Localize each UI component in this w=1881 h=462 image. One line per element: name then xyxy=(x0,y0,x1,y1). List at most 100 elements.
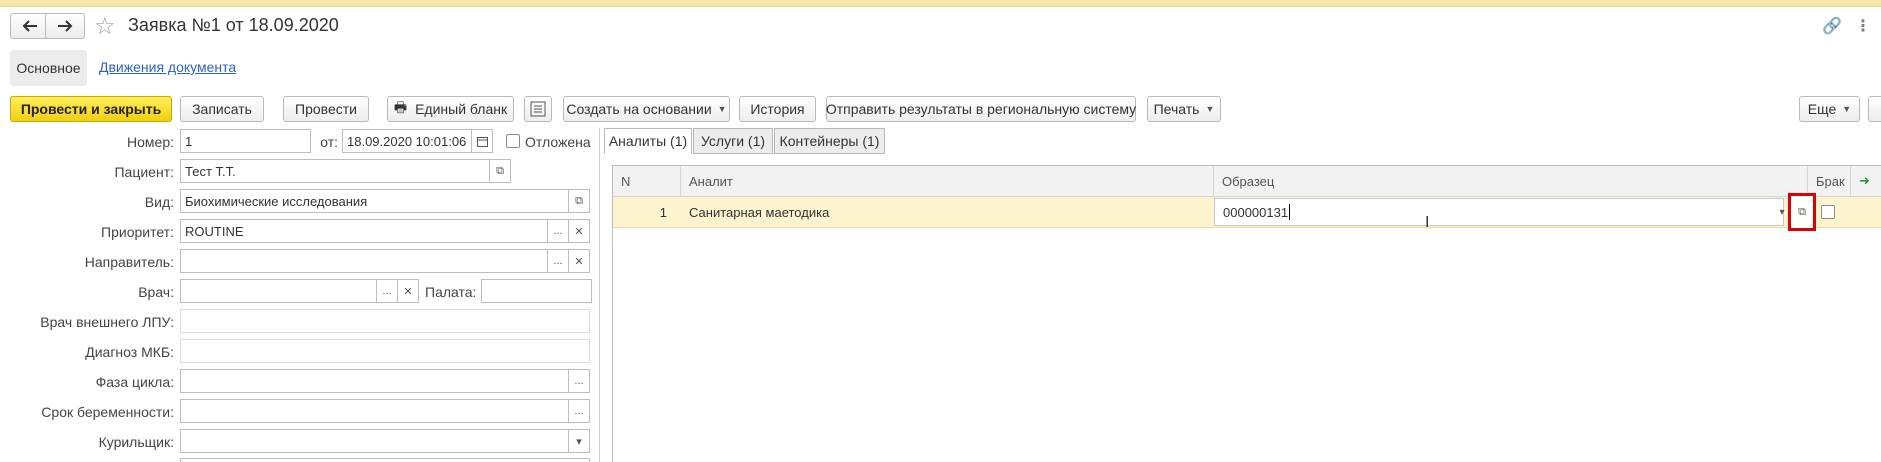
ext-doctor-label: Врач внешнего ЛПУ: xyxy=(40,314,174,330)
analytes-table: N Аналит Образец Брак ➜ 1 Санитарная мае… xyxy=(612,165,1881,462)
ellipsis-icon: ... xyxy=(382,285,392,297)
arrow-right-green-icon[interactable]: ➜ xyxy=(1851,166,1881,196)
referrer-clear-button[interactable]: ✕ xyxy=(568,249,590,273)
create-based-on-label: Создать на основании xyxy=(566,101,712,117)
back-button[interactable] xyxy=(10,13,50,39)
ellipsis-icon: ... xyxy=(553,225,563,237)
from-label: от: xyxy=(320,134,338,150)
ellipsis-icon: ... xyxy=(574,405,584,417)
doctor-clear-button[interactable]: ✕ xyxy=(397,279,419,303)
top-stripe xyxy=(0,0,1881,7)
clear-icon: ✕ xyxy=(574,255,584,268)
page-title: Заявка №1 от 18.09.2020 xyxy=(128,15,339,35)
kind-input[interactable]: Биохимические исследования xyxy=(180,189,569,213)
cycle-label: Фаза цикла: xyxy=(95,374,174,390)
print-button[interactable]: Печать ▼ xyxy=(1147,96,1221,122)
header-sample[interactable]: Образец xyxy=(1214,166,1808,196)
smoker-dropdown-button[interactable]: ▾ xyxy=(568,429,590,453)
more-label: Еще xyxy=(1807,101,1837,117)
send-results-button[interactable]: Отправить результаты в региональную сист… xyxy=(826,96,1136,122)
tab-containers[interactable]: Контейнеры (1) xyxy=(774,128,885,154)
calendar-icon xyxy=(476,136,488,147)
save-button[interactable]: Записать xyxy=(180,96,264,122)
doctor-label: Врач: xyxy=(138,284,174,300)
open-icon: ⧉ xyxy=(1798,205,1806,218)
panel-splitter[interactable] xyxy=(599,128,600,462)
defect-checkbox[interactable] xyxy=(1821,205,1835,219)
link-icon[interactable]: 🔗 xyxy=(1822,16,1842,36)
chevron-down-icon: ▾ xyxy=(576,435,582,448)
ward-input[interactable] xyxy=(481,279,592,303)
history-button[interactable]: История xyxy=(739,96,816,122)
diagnosis-input[interactable] xyxy=(180,339,590,363)
number-input[interactable]: 1 xyxy=(180,129,311,153)
text-cursor xyxy=(1289,204,1291,220)
structure-icon xyxy=(530,101,546,117)
sample-open-button[interactable]: ⧉ xyxy=(1788,193,1816,231)
referrer-select-button[interactable]: ... xyxy=(547,249,569,273)
sample-input[interactable]: 000000131 xyxy=(1214,198,1784,226)
priority-clear-button[interactable]: ✕ xyxy=(568,219,590,243)
kind-open-button[interactable]: ⧉ xyxy=(568,189,590,213)
pregnancy-select-button[interactable]: ... xyxy=(568,399,590,423)
header-analyte[interactable]: Аналит xyxy=(681,166,1214,196)
favorite-star-icon[interactable]: ☆ xyxy=(94,12,116,41)
cycle-select-button[interactable]: ... xyxy=(568,369,590,393)
pregnancy-label: Срок беременности: xyxy=(41,404,174,420)
table-row[interactable]: 1 Санитарная маетодика 000000131 ▾ ⧉ xyxy=(613,193,1881,231)
clear-icon: ✕ xyxy=(574,225,584,238)
arrow-right-icon xyxy=(58,20,73,32)
tab-services[interactable]: Услуги (1) xyxy=(693,128,773,154)
more-vertical-icon[interactable]: ⋮ xyxy=(1855,16,1871,36)
smoker-input[interactable] xyxy=(180,429,569,453)
ext-doctor-input[interactable] xyxy=(180,309,590,333)
postponed-label: Отложена xyxy=(525,134,591,150)
single-form-button[interactable]: 🖶 Единый бланк xyxy=(387,96,514,122)
tab-main[interactable]: Основное xyxy=(10,50,87,86)
doctor-input[interactable] xyxy=(180,279,379,303)
arrow-left-icon xyxy=(22,20,37,32)
more-button[interactable]: Еще ▼ xyxy=(1799,96,1860,122)
ellipsis-icon: ... xyxy=(553,255,563,267)
tab-movements[interactable]: Движения документа xyxy=(99,59,236,75)
patient-open-button[interactable]: ⧉ xyxy=(489,159,511,183)
table-header: N Аналит Образец Брак ➜ xyxy=(613,166,1881,197)
patient-label: Пациент: xyxy=(114,164,174,180)
dropdown-caret-icon: ▼ xyxy=(1205,104,1215,114)
postponed-checkbox[interactable] xyxy=(506,134,520,148)
open-icon: ⧉ xyxy=(496,164,504,177)
post-and-close-button[interactable]: Провести и закрыть xyxy=(10,96,172,122)
next-field-input[interactable] xyxy=(180,458,590,462)
header-defect[interactable]: Брак xyxy=(1808,166,1851,196)
post-button[interactable]: Провести xyxy=(283,96,369,122)
dropdown-caret-icon: ▼ xyxy=(1842,104,1852,114)
create-based-on-button[interactable]: Создать на основании ▼ xyxy=(563,96,730,122)
cell-n: 1 xyxy=(659,204,667,220)
doctor-select-button[interactable]: ... xyxy=(376,279,398,303)
kind-label: Вид: xyxy=(144,194,174,210)
referrer-input[interactable] xyxy=(180,249,548,273)
ward-label: Палата: xyxy=(425,284,477,300)
priority-select-button[interactable]: ... xyxy=(547,219,569,243)
pregnancy-input[interactable] xyxy=(180,399,569,423)
priority-input[interactable]: ROUTINE xyxy=(180,219,548,243)
structure-button[interactable] xyxy=(524,96,552,122)
help-button[interactable] xyxy=(1868,96,1881,122)
cycle-input[interactable] xyxy=(180,369,569,393)
ellipsis-icon: ... xyxy=(574,375,584,387)
patient-input[interactable]: Тест Т.Т. xyxy=(180,159,490,183)
print-label: Печать xyxy=(1153,101,1200,117)
tab-analytes[interactable]: Аналиты (1) xyxy=(604,128,692,154)
calendar-button[interactable] xyxy=(471,129,493,153)
sample-value: 000000131 xyxy=(1223,204,1289,220)
open-icon: ⧉ xyxy=(575,194,583,207)
priority-label: Приоритет: xyxy=(101,224,174,240)
dropdown-caret-icon: ▼ xyxy=(717,104,727,114)
number-label: Номер: xyxy=(127,134,174,150)
date-input[interactable]: 18.09.2020 10:01:06 xyxy=(342,129,472,153)
forward-button[interactable] xyxy=(45,13,85,39)
diagnosis-label: Диагноз МКБ: xyxy=(85,344,174,360)
header-n[interactable]: N xyxy=(613,166,681,196)
referrer-label: Направитель: xyxy=(84,254,174,270)
printer-icon: 🖶 xyxy=(393,99,408,115)
